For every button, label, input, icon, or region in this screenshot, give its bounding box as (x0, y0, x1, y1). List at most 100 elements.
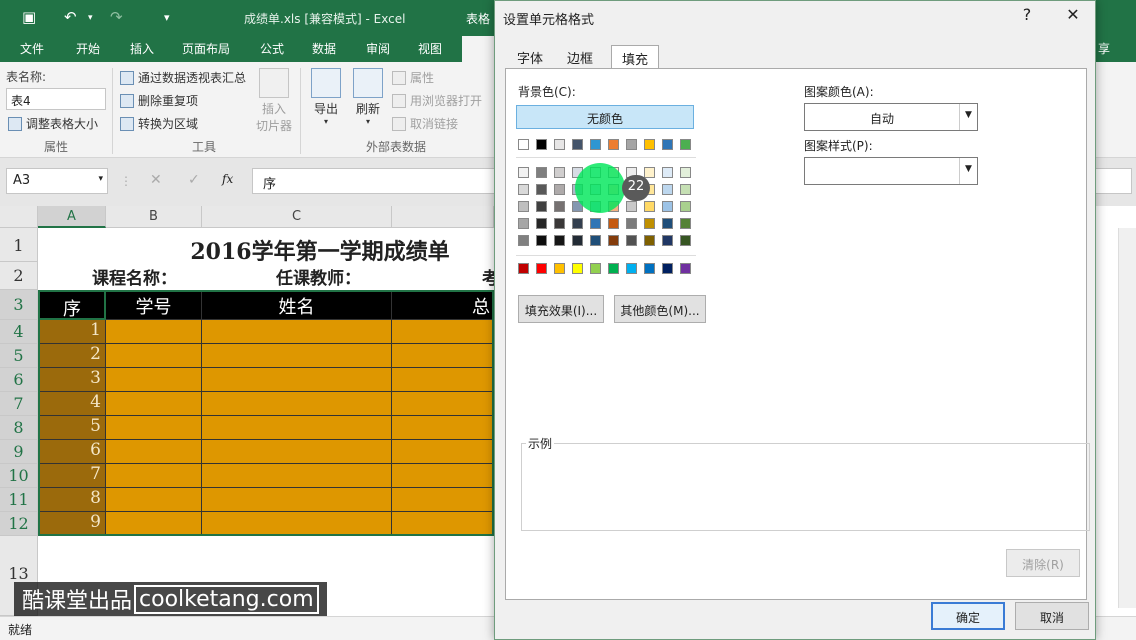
cancel-button[interactable]: 取消 (1015, 602, 1089, 630)
shade-color-swatch[interactable] (680, 184, 691, 195)
shade-color-swatch[interactable] (536, 235, 547, 246)
convert-range-button[interactable]: 转换为区域 (120, 115, 198, 132)
shade-color-swatch[interactable] (518, 235, 529, 246)
more-colors-button[interactable]: 其他颜色(M)... (614, 295, 706, 323)
student-id-cell[interactable] (106, 416, 202, 440)
theme-color-swatch[interactable] (590, 139, 601, 150)
shade-color-swatch[interactable] (662, 218, 673, 229)
standard-color-swatch[interactable] (680, 263, 691, 274)
standard-color-swatch[interactable] (554, 263, 565, 274)
seq-cell[interactable]: 2 (38, 344, 106, 368)
menu-page-layout[interactable]: 页面布局 (182, 40, 230, 57)
save-icon[interactable]: ▣ (22, 8, 36, 26)
row-header[interactable]: 10 (0, 464, 38, 488)
total-cell[interactable] (392, 320, 494, 344)
tab-font[interactable]: 字体 (507, 45, 553, 69)
shade-color-swatch[interactable] (626, 201, 637, 212)
export-button[interactable]: 导出 ▾ (306, 68, 346, 126)
remove-duplicates-button[interactable]: 删除重复项 (120, 92, 198, 109)
undo-icon[interactable]: ↶ (64, 8, 77, 26)
tab-border[interactable]: 边框 (557, 45, 603, 69)
redo-icon[interactable]: ↷ (110, 8, 123, 26)
shade-color-swatch[interactable] (644, 218, 655, 229)
select-all-corner[interactable] (0, 206, 38, 228)
pattern-color-select[interactable]: 自动 ▼ (804, 103, 978, 131)
shade-color-swatch[interactable] (662, 201, 673, 212)
theme-color-swatch[interactable] (608, 139, 619, 150)
shade-color-swatch[interactable] (518, 184, 529, 195)
row-header[interactable]: 1 (0, 228, 38, 262)
shade-color-swatch[interactable] (662, 184, 673, 195)
shade-color-swatch[interactable] (590, 235, 601, 246)
seq-cell[interactable]: 6 (38, 440, 106, 464)
shade-color-swatch[interactable] (662, 167, 673, 178)
shade-color-swatch[interactable] (608, 235, 619, 246)
row-header[interactable]: 6 (0, 368, 38, 392)
standard-color-swatch[interactable] (572, 263, 583, 274)
properties-button[interactable]: 属性 (392, 69, 434, 86)
shade-color-swatch[interactable] (608, 218, 619, 229)
column-header-c[interactable]: C (202, 206, 392, 228)
seq-cell[interactable]: 8 (38, 488, 106, 512)
shade-color-swatch[interactable] (536, 167, 547, 178)
shade-color-swatch[interactable] (590, 218, 601, 229)
total-cell[interactable] (392, 392, 494, 416)
seq-cell[interactable]: 7 (38, 464, 106, 488)
close-icon[interactable]: ✕ (1061, 5, 1085, 24)
theme-color-swatch[interactable] (536, 139, 547, 150)
shade-color-swatch[interactable] (662, 235, 673, 246)
student-name-cell[interactable] (202, 464, 392, 488)
student-name-cell[interactable] (202, 344, 392, 368)
menu-share[interactable]: 享 (1098, 40, 1110, 57)
insert-slicer-button[interactable]: 插入 切片器 (254, 68, 294, 134)
theme-color-swatch[interactable] (554, 139, 565, 150)
student-id-cell[interactable] (106, 320, 202, 344)
student-name-cell[interactable] (202, 512, 392, 536)
shade-color-swatch[interactable] (572, 235, 583, 246)
theme-color-swatch[interactable] (572, 139, 583, 150)
shade-color-swatch[interactable] (680, 167, 691, 178)
row-header[interactable]: 11 (0, 488, 38, 512)
student-name-cell[interactable] (202, 392, 392, 416)
student-id-cell[interactable] (106, 440, 202, 464)
shade-color-swatch[interactable] (518, 201, 529, 212)
resize-table-button[interactable]: 调整表格大小 (8, 115, 98, 132)
row-header[interactable]: 3 (0, 290, 38, 320)
open-browser-button[interactable]: 用浏览器打开 (392, 92, 482, 109)
student-name-cell[interactable] (202, 320, 392, 344)
cancel-entry-icon[interactable]: ✕ (150, 172, 162, 188)
shade-color-swatch[interactable] (554, 235, 565, 246)
undo-dropdown-icon[interactable]: ▾ (88, 13, 93, 23)
student-name-cell[interactable] (202, 416, 392, 440)
refresh-button[interactable]: 刷新 ▾ (348, 68, 388, 126)
header-cell-id[interactable]: 学号 (106, 290, 202, 320)
shade-color-swatch[interactable] (572, 218, 583, 229)
total-cell[interactable] (392, 344, 494, 368)
theme-color-swatch[interactable] (644, 139, 655, 150)
shade-color-swatch[interactable] (554, 167, 565, 178)
theme-color-swatch[interactable] (662, 139, 673, 150)
standard-color-swatch[interactable] (536, 263, 547, 274)
seq-cell[interactable]: 3 (38, 368, 106, 392)
seq-cell[interactable]: 5 (38, 416, 106, 440)
student-id-cell[interactable] (106, 488, 202, 512)
header-cell-total[interactable]: 总 (392, 290, 494, 320)
menu-review[interactable]: 审阅 (366, 40, 390, 57)
row-header[interactable]: 9 (0, 440, 38, 464)
no-color-button[interactable]: 无颜色 (516, 105, 694, 129)
shade-color-swatch[interactable] (626, 235, 637, 246)
pivot-summary-button[interactable]: 通过数据透视表汇总 (120, 69, 246, 86)
shade-color-swatch[interactable] (536, 218, 547, 229)
shade-color-swatch[interactable] (644, 235, 655, 246)
student-id-cell[interactable] (106, 464, 202, 488)
menu-file[interactable]: 文件 (20, 40, 44, 57)
seq-cell[interactable]: 9 (38, 512, 106, 536)
name-box-dropdown-icon[interactable]: ▾ (98, 174, 103, 184)
shade-color-swatch[interactable] (554, 184, 565, 195)
shade-color-swatch[interactable] (680, 218, 691, 229)
total-cell[interactable] (392, 368, 494, 392)
shade-color-swatch[interactable] (554, 201, 565, 212)
standard-color-swatch[interactable] (590, 263, 601, 274)
column-header-b[interactable]: B (106, 206, 202, 228)
student-id-cell[interactable] (106, 368, 202, 392)
